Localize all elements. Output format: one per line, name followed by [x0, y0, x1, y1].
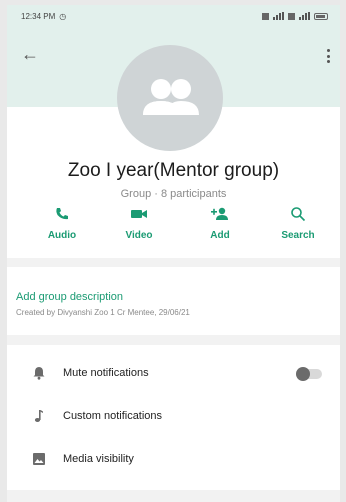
sim-icon [262, 12, 269, 20]
add-label: Add [210, 230, 230, 241]
add-group-description-link[interactable]: Add group description [16, 291, 123, 303]
search-button[interactable]: Search [268, 202, 328, 241]
group-info-screen: 12:34 PM ◷ ← Zoo I year(Mentor group) Gr… [7, 5, 340, 502]
status-time-group: 12:34 PM ◷ [21, 12, 66, 21]
action-bar: Audio Video Add Search [32, 202, 332, 244]
group-people-icon [143, 79, 199, 115]
video-button[interactable]: Video [109, 202, 169, 241]
phone-icon [56, 208, 68, 220]
more-options-icon[interactable] [326, 49, 330, 63]
media-visibility-label: Media visibility [63, 453, 134, 465]
signal-2-icon [299, 12, 310, 20]
search-icon [291, 207, 306, 222]
sim-2-icon [288, 12, 295, 20]
section-divider [7, 335, 340, 345]
mute-toggle[interactable] [296, 367, 322, 381]
image-icon [33, 453, 45, 465]
group-participants: Group · 8 participants [120, 188, 227, 200]
back-arrow-icon[interactable]: ← [21, 45, 39, 63]
mute-notifications-row[interactable]: Mute notifications [7, 358, 340, 388]
custom-notifications-label: Custom notifications [63, 410, 163, 422]
custom-notifications-row[interactable]: Custom notifications [7, 401, 340, 431]
section-divider [7, 490, 340, 502]
group-name: Zoo I year(Mentor group) [67, 160, 280, 181]
audio-button[interactable]: Audio [32, 202, 92, 241]
group-avatar[interactable] [117, 45, 223, 151]
audio-label: Audio [47, 230, 77, 241]
mute-notifications-label: Mute notifications [63, 367, 149, 379]
add-person-icon [211, 207, 228, 220]
status-icons [262, 12, 328, 20]
notification-icon: ◷ [59, 12, 67, 21]
section-divider [7, 258, 340, 267]
video-label: Video [125, 230, 153, 241]
search-label: Search [281, 230, 315, 241]
battery-icon [314, 12, 328, 20]
music-note-icon [34, 410, 43, 422]
add-button[interactable]: Add [190, 202, 250, 241]
bell-icon [33, 367, 45, 380]
video-camera-icon [131, 210, 147, 218]
media-visibility-row[interactable]: Media visibility [7, 444, 340, 474]
status-bar: 12:34 PM ◷ [7, 5, 340, 27]
status-time: 12:34 PM [21, 12, 56, 21]
created-by-text: Created by Divyanshi Zoo 1 Cr Mentee, 29… [16, 308, 190, 317]
signal-icon [273, 12, 284, 20]
